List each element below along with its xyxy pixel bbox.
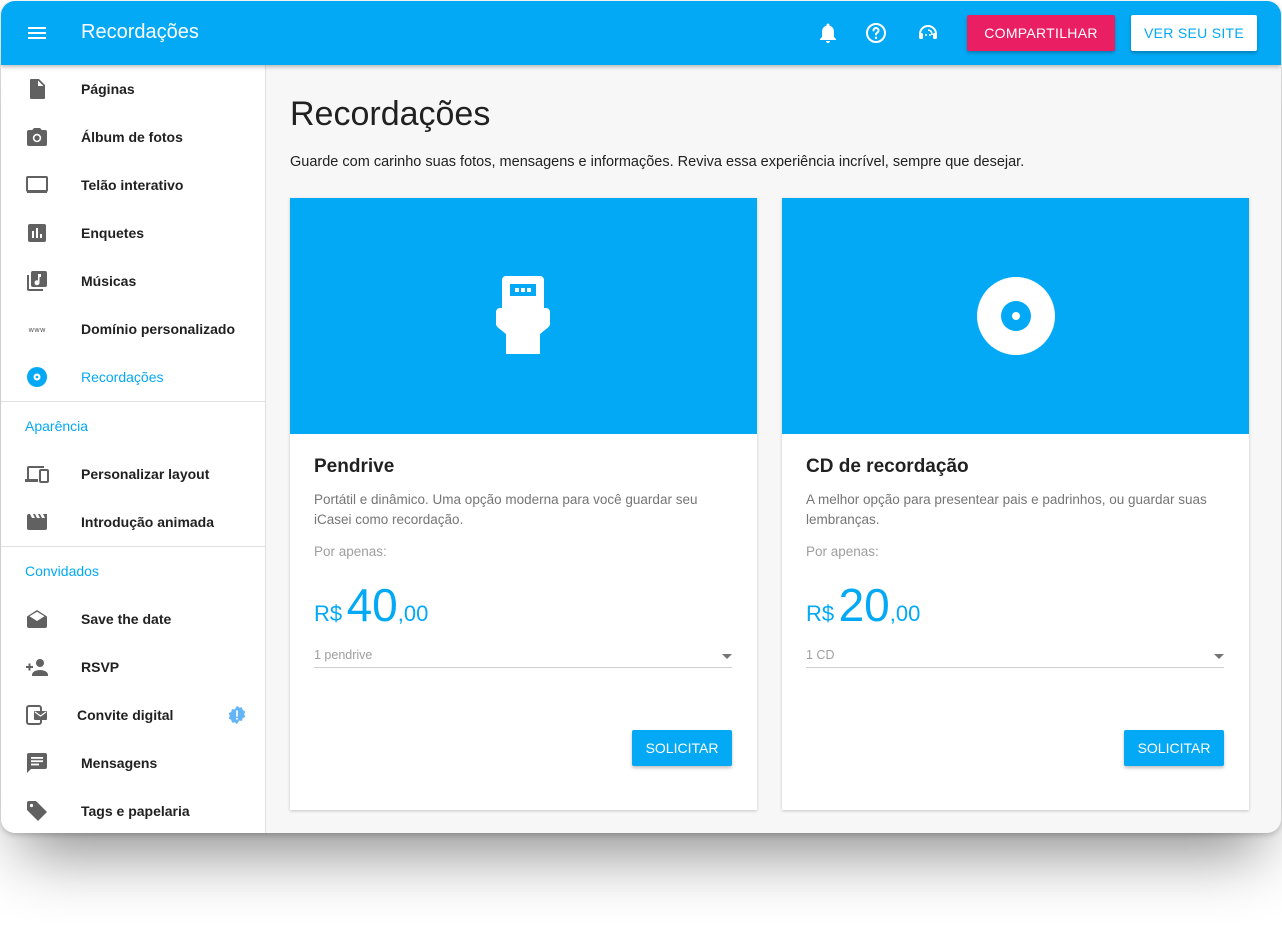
sidebar-item-label: Tags e papelaria <box>81 803 190 819</box>
person-add-icon <box>26 659 48 676</box>
card-description: A melhor opção para presentear pais e pa… <box>806 492 1207 527</box>
select-value: 1 pendrive <box>314 648 373 662</box>
top-app-bar: Recordações COMPARTILHAR VER SEU SITE <box>1 1 1281 65</box>
sidebar-item-dominio[interactable]: www Domínio personalizado <box>1 305 265 353</box>
price-decimal: ,00 <box>889 601 921 626</box>
card-media <box>290 198 757 434</box>
sidebar-item-album[interactable]: Álbum de fotos <box>1 113 265 161</box>
menu-icon[interactable] <box>25 21 49 45</box>
card-title: CD de recordação <box>806 456 969 477</box>
price-decimal: ,00 <box>397 601 429 626</box>
sidebar-item-label: Álbum de fotos <box>81 129 183 145</box>
clapperboard-icon <box>27 514 47 530</box>
select-value: 1 CD <box>806 648 835 662</box>
sidebar-item-convite[interactable]: Convite digital <box>1 691 265 739</box>
sidebar-item-save-the-date[interactable]: Save the date <box>1 595 265 643</box>
main-content: Recordações Guarde com carinho suas foto… <box>267 65 1281 833</box>
envelope-open-icon <box>27 610 47 628</box>
file-icon <box>30 79 45 99</box>
quantity-select[interactable]: 1 pendrive <box>314 644 732 668</box>
sidebar-item-enquetes[interactable]: Enquetes <box>1 209 265 257</box>
section-title-guests: Convidados <box>25 563 99 579</box>
sidebar-item-introducao[interactable]: Introdução animada <box>1 498 265 546</box>
sidebar-item-label: Convite digital <box>77 707 174 723</box>
dropdown-arrow-icon <box>1214 654 1224 659</box>
price: R$ 40,00 <box>314 578 428 632</box>
sidebar-item-label: Save the date <box>81 611 172 627</box>
sidebar-item-label: Domínio personalizado <box>81 321 236 337</box>
sidebar-item-telao[interactable]: Telão interativo <box>1 161 265 209</box>
sidebar-item-tags[interactable]: Tags e papelaria <box>1 787 265 833</box>
price-currency: R$ <box>314 601 343 626</box>
price-integer: 20 <box>838 579 890 631</box>
poll-icon <box>28 224 46 242</box>
price-prefix: Por apenas: <box>314 544 387 559</box>
disc-icon <box>27 367 47 387</box>
product-card-cd: CD de recordação A melhor opção para pre… <box>782 198 1249 810</box>
sidebar-item-label: Recordações <box>81 369 164 385</box>
sidebar-item-label: Personalizar layout <box>81 466 210 482</box>
price: R$ 20,00 <box>806 578 920 632</box>
usb-icon <box>496 276 550 354</box>
page-description: Guarde com carinho suas fotos, mensagens… <box>290 154 1025 170</box>
sidebar-item-label: Introdução animada <box>81 514 215 530</box>
price-currency: R$ <box>806 601 835 626</box>
page-title: Recordações <box>290 95 491 133</box>
music-library-icon <box>27 271 47 291</box>
sidebar-item-musicas[interactable]: Músicas <box>1 257 265 305</box>
product-card-pendrive: Pendrive Portátil e dinâmico. Uma opção … <box>290 198 757 810</box>
dropdown-arrow-icon <box>722 654 732 659</box>
camera-icon <box>27 128 47 146</box>
mobile-mail-icon <box>26 705 47 725</box>
sidebar-item-mensagens[interactable]: Mensagens <box>1 739 265 787</box>
section-title-appearance: Aparência <box>25 418 89 434</box>
alert-badge-icon <box>228 705 246 725</box>
monitor-icon <box>26 176 48 193</box>
share-button[interactable]: COMPARTILHAR <box>967 15 1115 51</box>
price-integer: 40 <box>346 579 398 631</box>
sidebar-item-label: Enquetes <box>81 225 145 241</box>
sidebar-item-label: Telão interativo <box>81 177 184 193</box>
help-icon[interactable] <box>864 21 888 45</box>
support-agent-icon[interactable] <box>916 21 940 45</box>
sidebar-item-paginas[interactable]: Páginas <box>1 65 265 113</box>
sidebar: Páginas Álbum de fotos Telão interativo <box>1 65 266 833</box>
sidebar-item-label: Músicas <box>81 273 137 289</box>
svg-text:www: www <box>28 326 45 334</box>
sidebar-item-rsvp[interactable]: RSVP <box>1 643 265 691</box>
tag-icon <box>27 801 47 821</box>
app-title: Recordações <box>81 21 199 43</box>
sidebar-item-label: Mensagens <box>81 755 158 771</box>
price-prefix: Por apenas: <box>806 544 879 559</box>
sidebar-item-label: RSVP <box>81 659 120 675</box>
card-title: Pendrive <box>314 456 395 477</box>
request-button[interactable]: SOLICITAR <box>1124 730 1224 766</box>
card-media <box>782 198 1249 434</box>
quantity-select[interactable]: 1 CD <box>806 644 1224 668</box>
chat-icon <box>27 753 47 773</box>
view-site-button[interactable]: VER SEU SITE <box>1131 15 1257 51</box>
cd-icon <box>977 277 1055 355</box>
app-window: Recordações COMPARTILHAR VER SEU SITE Pá… <box>1 1 1281 833</box>
card-description: Portátil e dinâmico. Uma opção moderna p… <box>314 492 698 527</box>
sidebar-item-personalizar[interactable]: Personalizar layout <box>1 450 265 498</box>
www-icon: www <box>28 326 45 334</box>
devices-icon <box>25 466 49 483</box>
sidebar-item-label: Páginas <box>81 81 135 97</box>
sidebar-item-recordacoes[interactable]: Recordações <box>1 353 265 401</box>
request-button[interactable]: SOLICITAR <box>632 730 732 766</box>
bell-icon[interactable] <box>816 21 840 45</box>
